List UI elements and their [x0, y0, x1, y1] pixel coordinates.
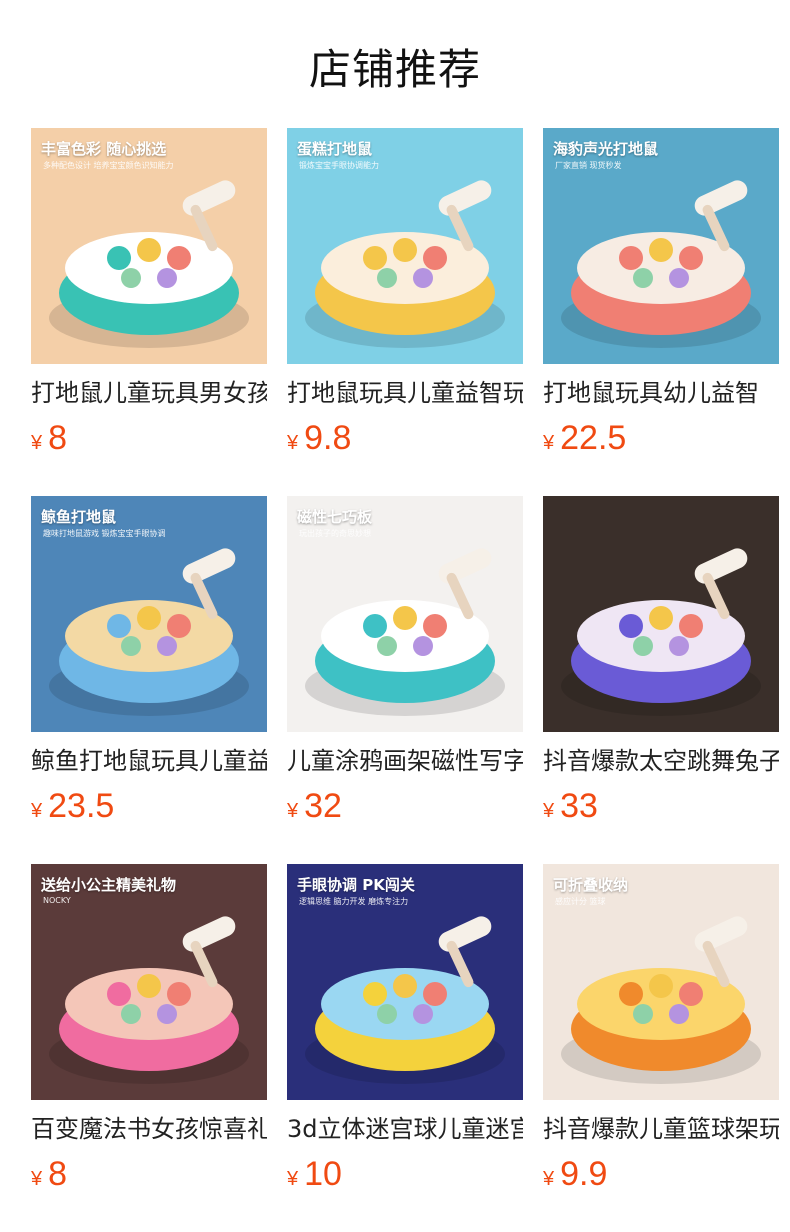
price-value: 9.8 [304, 419, 352, 457]
image-subcaption: 锻炼宝宝手眼协调能力 [299, 161, 379, 170]
product-name[interactable]: 鲸鱼打地鼠玩具儿童益 [31, 746, 267, 776]
currency-symbol: ¥ [287, 800, 299, 822]
image-subcaption: 逻辑思维 脑力开发 磨炼专注力 [299, 897, 409, 906]
image-subcaption: 厂家直销 现货秒发 [555, 161, 622, 170]
price-value: 33 [560, 787, 598, 825]
product-price: ¥8 [31, 418, 267, 458]
product-image[interactable]: 磁性七巧板玩出孩子的奇思妙想 [287, 496, 523, 732]
product-image[interactable]: 可折叠收纳感应计分 篮球 [543, 864, 779, 1100]
section-title: 店铺推荐 [308, 45, 481, 94]
page: 店铺推荐 丰富色彩 随心挑选多种配色设计 培养宝宝颜色识知能力打地鼠儿童玩具男女… [0, 0, 790, 1232]
product-name[interactable]: 3d立体迷宫球儿童迷宫 [287, 1114, 523, 1144]
product-price: ¥23.5 [31, 786, 267, 826]
product-card[interactable]: 蛋糕打地鼠锻炼宝宝手眼协调能力打地鼠玩具儿童益智玩具 ¥9.8 [287, 128, 523, 496]
product-price: ¥10 [287, 1154, 523, 1194]
price-value: 23.5 [48, 787, 115, 825]
price-value: 32 [304, 787, 342, 825]
currency-symbol: ¥ [31, 800, 43, 822]
product-price: ¥9.8 [287, 418, 523, 458]
image-subcaption: NOCKY [43, 896, 71, 905]
price-value: 9.9 [560, 1155, 608, 1193]
image-subcaption: 多种配色设计 培养宝宝颜色识知能力 [43, 161, 174, 170]
currency-symbol: ¥ [287, 1168, 299, 1190]
product-card[interactable]: 抖音爆款太空跳舞兔子 ¥33 [543, 496, 779, 864]
product-image[interactable]: 鲸鱼打地鼠趣味打地鼠游戏 锻炼宝宝手眼协调 [31, 496, 267, 732]
image-subcaption: 玩出孩子的奇思妙想 [299, 529, 371, 538]
product-price: ¥32 [287, 786, 523, 826]
price-value: 22.5 [560, 419, 627, 457]
product-image[interactable]: 海豹声光打地鼠厂家直销 现货秒发 [543, 128, 779, 364]
image-caption: 海豹声光打地鼠 [553, 140, 659, 158]
product-image[interactable] [543, 496, 779, 732]
product-price: ¥22.5 [543, 418, 779, 458]
product-name[interactable]: 抖音爆款儿童篮球架玩具 [543, 1114, 779, 1144]
image-subcaption: 趣味打地鼠游戏 锻炼宝宝手眼协调 [43, 529, 166, 538]
product-card[interactable]: 手眼协调 PK闯关逻辑思维 脑力开发 磨炼专注力 3d立体迷宫球儿童迷宫 ¥10 [287, 864, 523, 1232]
currency-symbol: ¥ [543, 432, 555, 454]
product-price: ¥9.9 [543, 1154, 779, 1194]
product-name[interactable]: 百变魔法书女孩惊喜礼物 [31, 1114, 267, 1144]
product-card[interactable]: 可折叠收纳感应计分 篮球抖音爆款儿童篮球架玩具 ¥9.9 [543, 864, 779, 1232]
image-caption: 丰富色彩 随心挑选 [41, 140, 167, 158]
image-caption: 鲸鱼打地鼠 [41, 508, 117, 526]
image-caption: 手眼协调 PK闯关 [297, 876, 415, 894]
product-card[interactable]: 鲸鱼打地鼠趣味打地鼠游戏 锻炼宝宝手眼协调鲸鱼打地鼠玩具儿童益 ¥23.5 [31, 496, 267, 864]
image-caption: 磁性七巧板 [297, 508, 373, 526]
price-value: 8 [48, 419, 68, 457]
product-card[interactable]: 海豹声光打地鼠厂家直销 现货秒发打地鼠玩具幼儿益智 ¥22.5 [543, 128, 779, 496]
image-subcaption: 感应计分 篮球 [555, 897, 606, 906]
product-name[interactable]: 打地鼠玩具幼儿益智 [543, 378, 779, 408]
product-grid: 丰富色彩 随心挑选多种配色设计 培养宝宝颜色识知能力打地鼠儿童玩具男女孩 ¥8 蛋糕… [31, 128, 779, 1232]
product-name[interactable]: 儿童涂鸦画架磁性写字板 [287, 746, 523, 776]
currency-symbol: ¥ [543, 800, 555, 822]
product-card[interactable]: 送给小公主精美礼物 NOCKY 百变魔法书女孩惊喜礼物 ¥8 [31, 864, 267, 1232]
image-caption: 送给小公主精美礼物 [41, 876, 177, 894]
image-caption: 可折叠收纳 [553, 876, 629, 894]
product-name[interactable]: 抖音爆款太空跳舞兔子 [543, 746, 779, 776]
currency-symbol: ¥ [31, 1168, 43, 1190]
currency-symbol: ¥ [31, 432, 43, 454]
product-name[interactable]: 打地鼠儿童玩具男女孩 [31, 378, 267, 408]
price-value: 10 [304, 1155, 342, 1193]
product-image[interactable]: 蛋糕打地鼠锻炼宝宝手眼协调能力 [287, 128, 523, 364]
product-card[interactable]: 磁性七巧板玩出孩子的奇思妙想儿童涂鸦画架磁性写字板 ¥32 [287, 496, 523, 864]
product-price: ¥8 [31, 1154, 267, 1194]
product-image[interactable]: 丰富色彩 随心挑选多种配色设计 培养宝宝颜色识知能力 [31, 128, 267, 364]
product-image[interactable]: 手眼协调 PK闯关逻辑思维 脑力开发 磨炼专注力 [287, 864, 523, 1100]
currency-symbol: ¥ [287, 432, 299, 454]
currency-symbol: ¥ [543, 1168, 555, 1190]
price-value: 8 [48, 1155, 68, 1193]
product-name[interactable]: 打地鼠玩具儿童益智玩具 [287, 378, 523, 408]
image-caption: 蛋糕打地鼠 [297, 140, 373, 158]
product-price: ¥33 [543, 786, 779, 826]
product-image[interactable]: 送给小公主精美礼物 NOCKY [31, 864, 267, 1100]
product-card[interactable]: 丰富色彩 随心挑选多种配色设计 培养宝宝颜色识知能力打地鼠儿童玩具男女孩 ¥8 [31, 128, 267, 496]
